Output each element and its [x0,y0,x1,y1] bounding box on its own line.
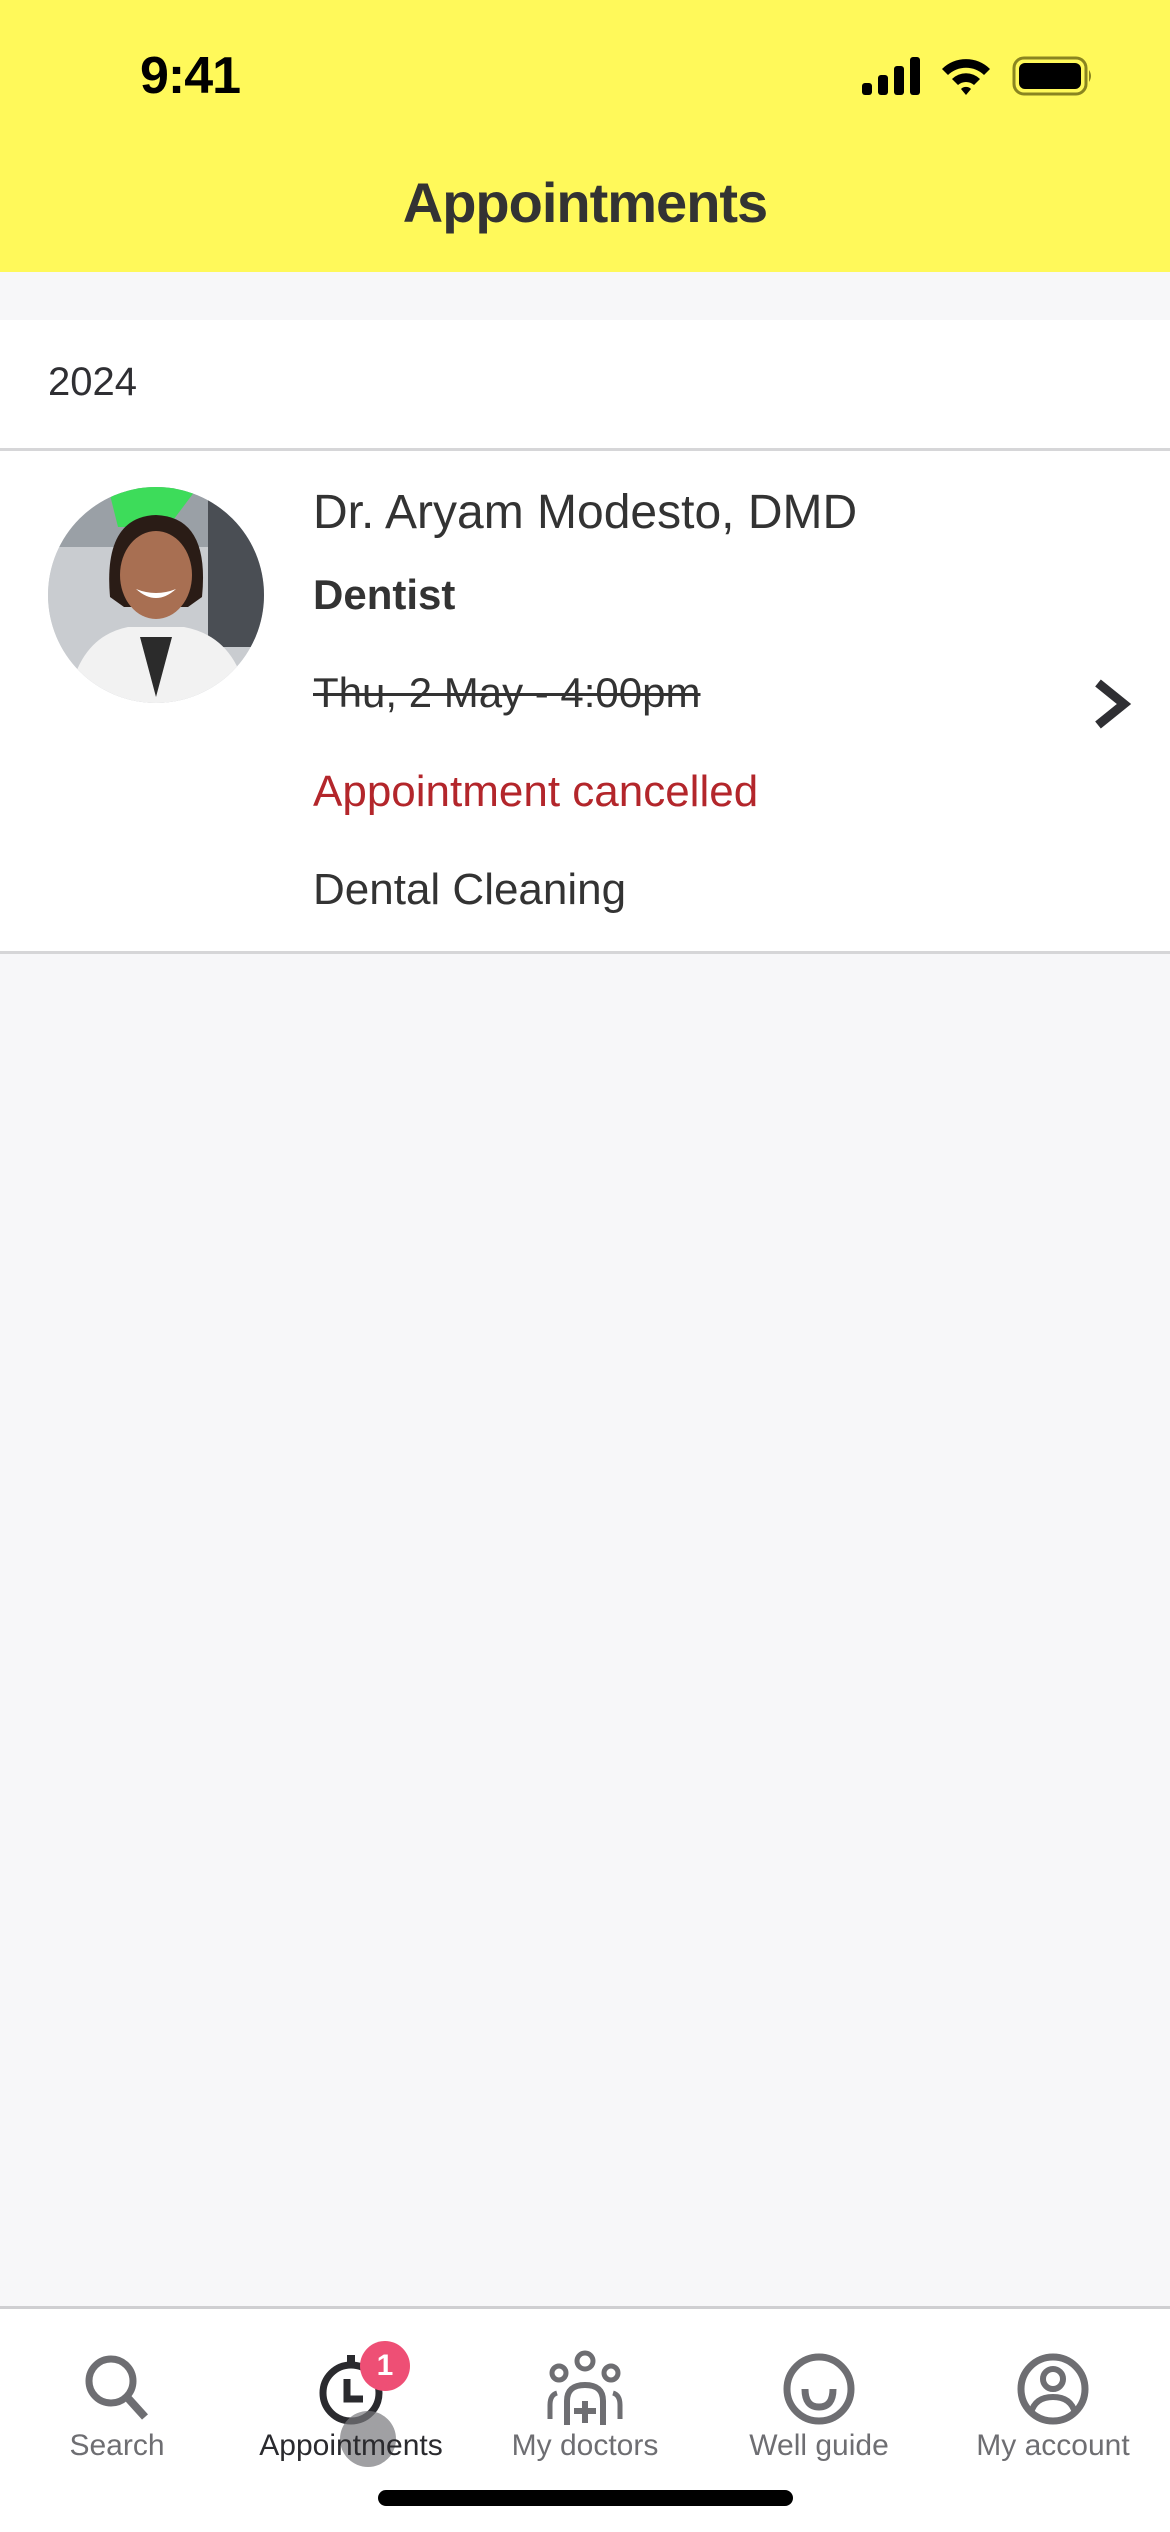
status-time: 9:41 [140,47,241,105]
tab-label: Appointments [259,2429,443,2462]
wifi-icon [942,59,990,95]
battery-icon [1012,56,1091,96]
chevron-right-icon[interactable] [1090,677,1134,731]
tab-label: My doctors [511,2429,659,2462]
tab-well-guide[interactable]: Well guide [702,2339,936,2469]
page-title: Appointments [402,171,768,234]
doctor-photo [48,487,264,703]
year-section-header: 2024 [0,320,1170,451]
doctor-specialty: Dentist [313,571,456,618]
doctor-name: Dr. Aryam Modesto, DMD [313,486,858,539]
smile-icon [783,2353,855,2425]
appointment-card[interactable]: Dr. Aryam Modesto, DMD Dentist Thu, 2 Ma… [0,451,1170,954]
tab-appointments[interactable]: 1 Appointments [234,2339,468,2469]
doctor-avatar [48,487,264,703]
signal-icon [862,57,920,95]
tab-my-account[interactable]: My account [936,2339,1170,2469]
tab-label: Search [69,2429,165,2462]
tab-search[interactable]: Search [0,2339,234,2469]
tab-label: Well guide [749,2429,889,2462]
header: 9:41 Appointments [0,0,1170,272]
tab-label: My account [976,2429,1130,2462]
appointment-datetime: Thu, 2 May - 4:00pm [313,669,701,716]
notification-badge: 1 [360,2341,410,2391]
search-icon [85,2355,148,2420]
appointment-status: Appointment cancelled [313,767,759,816]
home-indicator[interactable] [378,2490,793,2506]
doctors-group-icon [547,2350,623,2425]
status-icons [862,56,1094,96]
year-label: 2024 [48,360,137,404]
account-icon [1017,2353,1089,2425]
tab-my-doctors[interactable]: My doctors [468,2339,702,2469]
appointment-reason: Dental Cleaning [313,865,627,914]
